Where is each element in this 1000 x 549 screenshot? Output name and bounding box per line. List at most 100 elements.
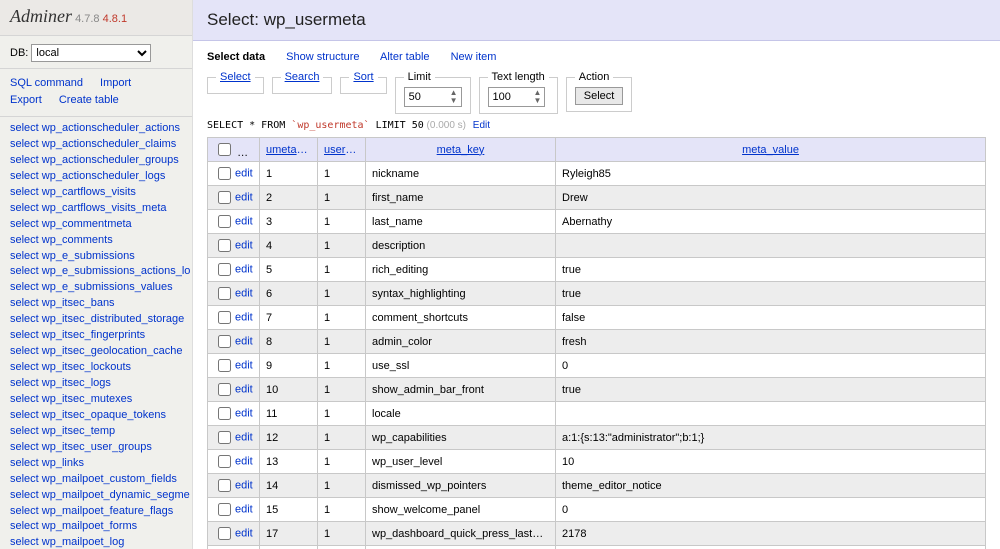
sidebar-table-link[interactable]: select wp_actionscheduler_claims xyxy=(10,137,192,153)
row-edit-link[interactable]: edit xyxy=(235,215,253,227)
cmd-sql[interactable]: SQL command xyxy=(10,75,83,92)
sidebar-table-link[interactable]: select wp_itsec_temp xyxy=(10,424,192,440)
col-meta-key[interactable]: meta_key xyxy=(366,138,556,162)
sidebar-table-link[interactable]: select wp_cartflows_visits_meta xyxy=(10,201,192,217)
db-selector-row: DB: local xyxy=(0,36,192,69)
tab-select-data[interactable]: Select data xyxy=(207,51,265,63)
row-edit-link[interactable]: edit xyxy=(235,191,253,203)
row-checkbox[interactable] xyxy=(218,287,231,300)
cell-meta-value: 0 xyxy=(556,354,986,378)
row-checkbox[interactable] xyxy=(218,263,231,276)
row-edit-link[interactable]: edit xyxy=(235,287,253,299)
row-modify-cell: edit xyxy=(208,306,260,330)
cmd-export[interactable]: Export xyxy=(10,92,42,109)
sidebar-table-link[interactable]: select wp_itsec_mutexes xyxy=(10,392,192,408)
row-checkbox[interactable] xyxy=(218,503,231,516)
cell-umeta-id: 8 xyxy=(260,330,318,354)
row-checkbox[interactable] xyxy=(218,335,231,348)
col-meta-value[interactable]: meta_value xyxy=(556,138,986,162)
row-edit-link[interactable]: edit xyxy=(235,407,253,419)
row-edit-link[interactable]: edit xyxy=(235,527,253,539)
row-checkbox[interactable] xyxy=(218,383,231,396)
cell-user-id: 1 xyxy=(318,378,366,402)
row-checkbox[interactable] xyxy=(218,311,231,324)
sidebar-table-link[interactable]: select wp_actionscheduler_actions xyxy=(10,121,192,137)
sidebar-table-link[interactable]: select wp_actionscheduler_groups xyxy=(10,153,192,169)
row-checkbox[interactable] xyxy=(218,455,231,468)
cell-meta-value xyxy=(556,234,986,258)
cell-meta-value: true xyxy=(556,282,986,306)
sidebar-table-link[interactable]: select wp_itsec_bans xyxy=(10,296,192,312)
col-umeta-id[interactable]: umeta_id xyxy=(260,138,318,162)
row-edit-link[interactable]: edit xyxy=(235,335,253,347)
sidebar-table-link[interactable]: select wp_mailpoet_custom_fields xyxy=(10,472,192,488)
sidebar-table-link[interactable]: select wp_e_submissions_values xyxy=(10,280,192,296)
sidebar-table-link[interactable]: select wp_mailpoet_feature_flags xyxy=(10,504,192,520)
sidebar-table-link[interactable]: select wp_itsec_opaque_tokens xyxy=(10,408,192,424)
cell-meta-key: wp_capabilities xyxy=(366,426,556,450)
row-checkbox[interactable] xyxy=(218,479,231,492)
sql-edit-link[interactable]: Edit xyxy=(473,120,490,131)
sidebar-table-link[interactable]: select wp_mailpoet_log xyxy=(10,535,192,549)
tab-alter-table[interactable]: Alter table xyxy=(380,51,430,63)
sidebar-table-link[interactable]: select wp_itsec_logs xyxy=(10,376,192,392)
sidebar-table-link[interactable]: select wp_itsec_distributed_storage xyxy=(10,312,192,328)
tab-show-structure[interactable]: Show structure xyxy=(286,51,359,63)
stepper-icon[interactable]: ▲▼ xyxy=(531,89,545,105)
row-edit-link[interactable]: edit xyxy=(235,359,253,371)
sidebar-commands: SQL command Import Export Create table xyxy=(0,69,192,117)
row-checkbox[interactable] xyxy=(218,191,231,204)
cell-umeta-id: 5 xyxy=(260,258,318,282)
row-edit-link[interactable]: edit xyxy=(235,263,253,275)
limit-input[interactable] xyxy=(405,88,447,106)
cell-user-id: 1 xyxy=(318,474,366,498)
row-checkbox[interactable] xyxy=(218,431,231,444)
cell-meta-key: wp_dashboard_quick_press_last_post_id xyxy=(366,522,556,546)
table-row: edit121wp_capabilitiesa:1:{s:13:"adminis… xyxy=(208,426,986,450)
sidebar-table-link[interactable]: select wp_commentmeta xyxy=(10,217,192,233)
cell-user-id: 1 xyxy=(318,210,366,234)
sidebar-table-link[interactable]: select wp_mailpoet_forms xyxy=(10,519,192,535)
table-row: edit51rich_editingtrue xyxy=(208,258,986,282)
row-edit-link[interactable]: edit xyxy=(235,239,253,251)
row-edit-link[interactable]: edit xyxy=(235,311,253,323)
db-select[interactable]: local xyxy=(31,44,151,62)
stepper-icon[interactable]: ▲▼ xyxy=(447,89,461,105)
sidebar-table-link[interactable]: select wp_itsec_user_groups xyxy=(10,440,192,456)
tab-new-item[interactable]: New item xyxy=(451,51,497,63)
legend-select[interactable]: Select xyxy=(216,71,255,83)
sidebar-table-link[interactable]: select wp_cartflows_visits xyxy=(10,185,192,201)
row-edit-link[interactable]: edit xyxy=(235,383,253,395)
action-select-button[interactable]: Select xyxy=(575,87,624,105)
row-edit-link[interactable]: edit xyxy=(235,503,253,515)
sidebar-table-link[interactable]: select wp_e_submissions_actions_lo xyxy=(10,264,192,280)
sidebar-table-link[interactable]: select wp_comments xyxy=(10,233,192,249)
row-edit-link[interactable]: edit xyxy=(235,455,253,467)
row-edit-link[interactable]: edit xyxy=(235,431,253,443)
sidebar-table-link[interactable]: select wp_itsec_lockouts xyxy=(10,360,192,376)
cmd-import[interactable]: Import xyxy=(100,75,131,92)
sidebar-table-link[interactable]: select wp_itsec_fingerprints xyxy=(10,328,192,344)
cmd-create-table[interactable]: Create table xyxy=(59,92,119,109)
sidebar-table-link[interactable]: select wp_e_submissions xyxy=(10,249,192,265)
sidebar-table-link[interactable]: select wp_itsec_geolocation_cache xyxy=(10,344,192,360)
textlen-input[interactable] xyxy=(489,88,531,106)
row-checkbox[interactable] xyxy=(218,359,231,372)
sidebar-table-link[interactable]: select wp_actionscheduler_logs xyxy=(10,169,192,185)
sidebar-table-link[interactable]: select wp_links xyxy=(10,456,192,472)
row-checkbox[interactable] xyxy=(218,215,231,228)
row-edit-link[interactable]: edit xyxy=(235,167,253,179)
col-user-id[interactable]: user_id xyxy=(318,138,366,162)
cell-meta-value: a:1:{s:13:"administrator";b:1;} xyxy=(556,426,986,450)
sidebar-table-link[interactable]: select wp_mailpoet_dynamic_segme xyxy=(10,488,192,504)
row-edit-link[interactable]: edit xyxy=(235,479,253,491)
row-checkbox[interactable] xyxy=(218,407,231,420)
row-checkbox[interactable] xyxy=(218,527,231,540)
table-row: edit61syntax_highlightingtrue xyxy=(208,282,986,306)
legend-search[interactable]: Search xyxy=(281,71,324,83)
row-checkbox[interactable] xyxy=(218,167,231,180)
select-all-checkbox[interactable] xyxy=(218,143,231,156)
row-checkbox[interactable] xyxy=(218,239,231,252)
legend-sort[interactable]: Sort xyxy=(349,71,377,83)
cell-user-id: 1 xyxy=(318,162,366,186)
